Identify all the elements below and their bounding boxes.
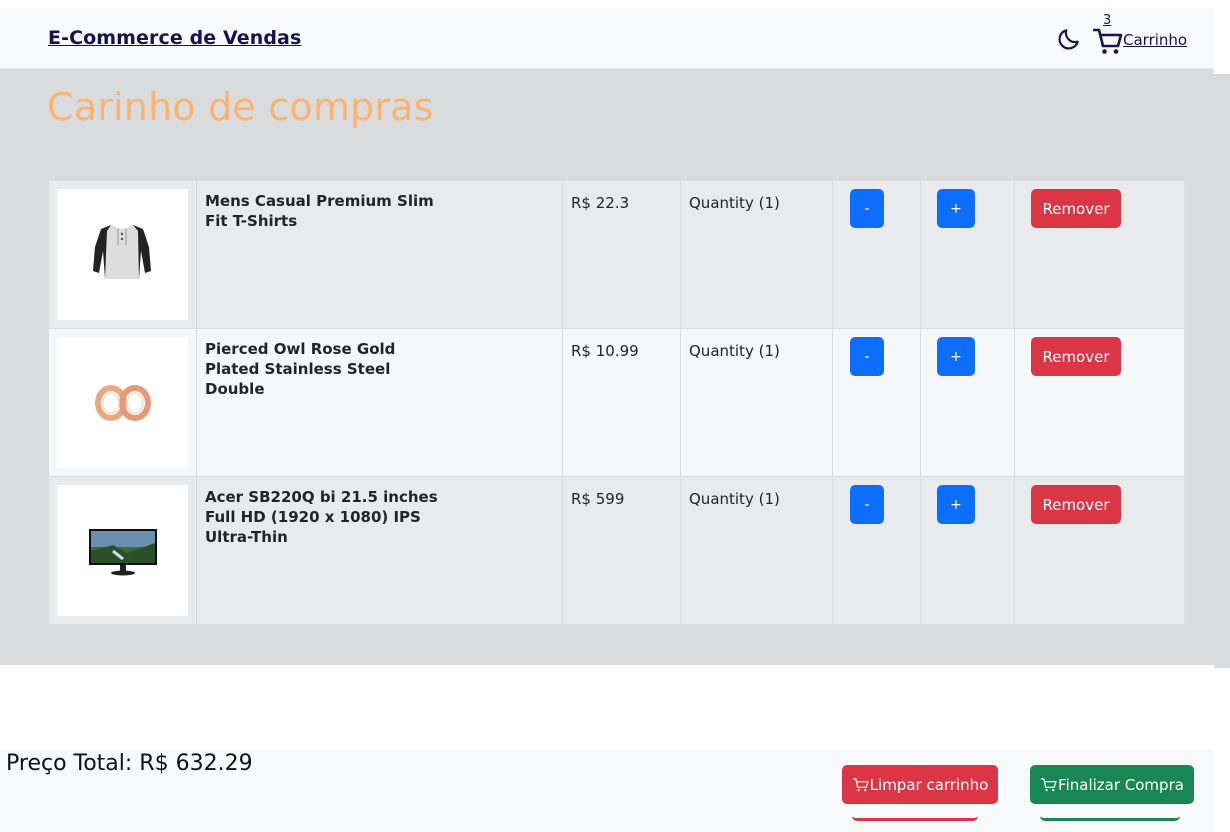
clear-cart-button[interactable]: Limpar carrinho xyxy=(842,765,998,804)
monitor-image xyxy=(88,528,157,575)
product-title: Acer SB220Q bi 21.5 inches Full HD (1920… xyxy=(205,488,438,546)
table-row: Pierced Owl Rose Gold Plated Stainless S… xyxy=(48,328,1185,477)
cart-label: Carrinho xyxy=(1123,31,1188,49)
decrease-quantity-button[interactable]: - xyxy=(850,189,884,228)
moon-icon[interactable] xyxy=(1056,26,1082,52)
product-image xyxy=(57,337,188,468)
cart-icon xyxy=(1093,28,1123,54)
product-image xyxy=(57,485,188,616)
decrease-quantity-button[interactable]: - xyxy=(850,485,884,524)
cart-table: Mens Casual Premium Slim Fit T-Shirts R$… xyxy=(48,180,1185,625)
increase-quantity-button[interactable]: + xyxy=(937,189,975,228)
cart-section: Carinho de compras Mens Casual Premium S… xyxy=(0,69,1214,665)
clear-cart-button-shadow xyxy=(852,815,978,821)
tshirt-image xyxy=(92,224,151,279)
cart-footer: Preço Total: R$ 632.29 Limpar carrinho F… xyxy=(0,749,1214,832)
product-quantity: Quantity (1) xyxy=(689,194,780,212)
product-quantity: Quantity (1) xyxy=(689,490,780,508)
product-image xyxy=(57,189,188,320)
decrease-quantity-button[interactable]: - xyxy=(850,337,884,376)
brand-link[interactable]: E-Commerce de Vendas xyxy=(48,27,301,49)
product-title: Mens Casual Premium Slim Fit T-Shirts xyxy=(205,192,434,230)
total-price: Preço Total: R$ 632.29 xyxy=(6,751,253,776)
cart-count-badge: 3 xyxy=(1103,13,1112,28)
product-price: R$ 22.3 xyxy=(571,194,630,212)
increase-quantity-button[interactable]: + xyxy=(937,485,975,524)
cart-icon xyxy=(852,778,869,792)
rings-image xyxy=(94,384,151,421)
clear-cart-label: Limpar carrinho xyxy=(869,775,989,794)
page-title: Carinho de compras xyxy=(47,85,434,129)
checkout-button[interactable]: Finalizar Compra xyxy=(1030,765,1194,804)
cart-link[interactable]: 3 Carrinho xyxy=(1093,13,1193,59)
table-row: Mens Casual Premium Slim Fit T-Shirts R$… xyxy=(48,180,1185,329)
product-title: Pierced Owl Rose Gold Plated Stainless S… xyxy=(205,340,396,398)
increase-quantity-button[interactable]: + xyxy=(937,337,975,376)
remove-item-button[interactable]: Remover xyxy=(1031,337,1121,376)
scroll-strip xyxy=(1214,74,1230,668)
product-price: R$ 599 xyxy=(571,490,625,508)
table-row: Acer SB220Q bi 21.5 inches Full HD (1920… xyxy=(48,476,1185,625)
remove-item-button[interactable]: Remover xyxy=(1031,189,1121,228)
navbar: E-Commerce de Vendas 3 Carrinho xyxy=(0,8,1214,69)
checkout-label: Finalizar Compra xyxy=(1058,775,1184,794)
remove-item-button[interactable]: Remover xyxy=(1031,485,1121,524)
product-price: R$ 10.99 xyxy=(571,342,639,360)
checkout-button-shadow xyxy=(1040,815,1180,821)
product-quantity: Quantity (1) xyxy=(689,342,780,360)
cart-icon xyxy=(1041,778,1057,792)
